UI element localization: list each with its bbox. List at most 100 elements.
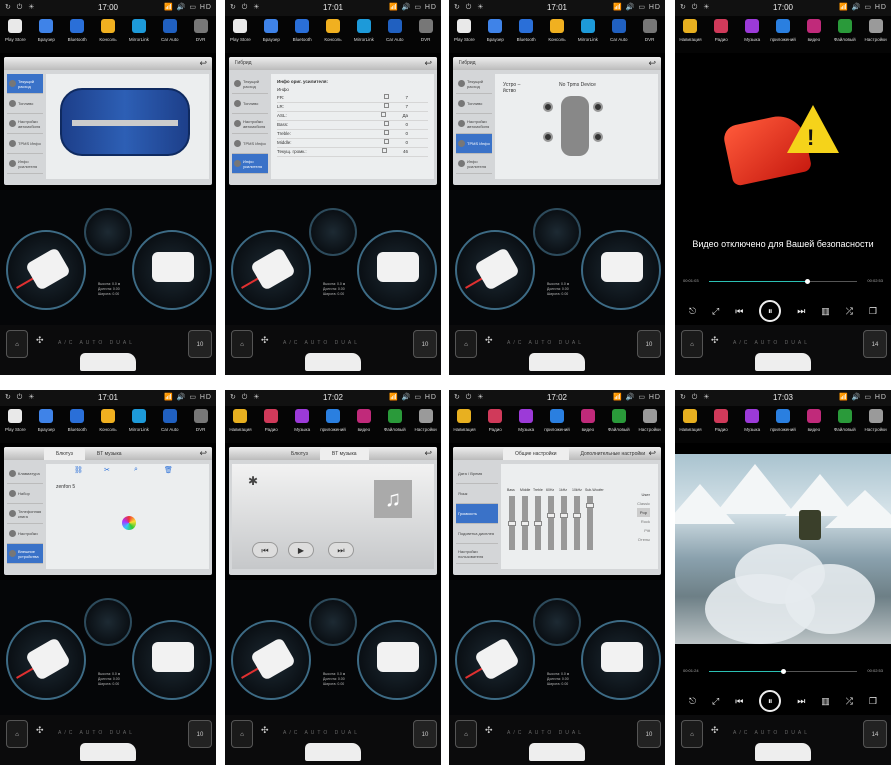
dock-item[interactable]: MirrorLink: [348, 16, 379, 53]
fan-icon[interactable]: ✣: [485, 335, 493, 346]
shuffle-icon[interactable]: ⤮: [846, 696, 853, 707]
side-menu-item[interactable]: Топливо: [456, 94, 492, 114]
dock-item[interactable]: видео: [798, 406, 829, 443]
dock-item[interactable]: Радио: [256, 406, 287, 443]
eq-slider-knob[interactable]: [547, 513, 555, 519]
dock-item[interactable]: Консоль: [542, 16, 573, 53]
volume-button[interactable]: 10: [413, 720, 437, 748]
dock-item[interactable]: Навигация: [675, 16, 706, 53]
tab-extra-settings[interactable]: Дополнительные настройки: [569, 448, 658, 460]
eq-slider-knob[interactable]: [573, 513, 581, 519]
checkbox[interactable]: [381, 148, 387, 153]
dock-item[interactable]: Радио: [480, 406, 511, 443]
eq-slider[interactable]: [586, 496, 594, 550]
home-button[interactable]: ⌂: [681, 720, 703, 748]
dock-item[interactable]: DVR: [185, 406, 216, 443]
dock-item[interactable]: Музыка: [511, 406, 542, 443]
dock-item[interactable]: приложений: [318, 406, 349, 443]
home-button[interactable]: ⌂: [231, 720, 253, 748]
back-icon[interactable]: ↩: [424, 447, 432, 460]
bt-menu-item[interactable]: Настройки: [7, 524, 43, 544]
volume-button[interactable]: 14: [863, 330, 887, 358]
dock-item[interactable]: Car Auto: [379, 16, 410, 53]
eq-slider-knob[interactable]: [534, 520, 542, 526]
equalizer-icon[interactable]: ▥: [821, 696, 830, 707]
volume-button[interactable]: 10: [637, 330, 661, 358]
progress-thumb[interactable]: [804, 279, 810, 284]
progress-bar[interactable]: 00:01:24 00:02:53: [683, 668, 883, 676]
eq-slider-knob[interactable]: [560, 513, 568, 519]
eq-menu-item[interactable]: Дата / Время: [456, 464, 498, 484]
eq-menu-item[interactable]: Язык: [456, 484, 498, 504]
checkbox[interactable]: [384, 94, 390, 99]
eq-menu-item[interactable]: Подсветка дисплея: [456, 524, 498, 544]
unlink-icon[interactable]: ✂: [104, 466, 110, 474]
eq-slider[interactable]: [508, 496, 516, 550]
equalizer-icon[interactable]: ▥: [821, 306, 830, 317]
dock-item[interactable]: DVR: [185, 16, 216, 53]
side-menu-item[interactable]: Текущий расход: [456, 74, 492, 94]
eq-slider-knob[interactable]: [586, 503, 594, 509]
home-button[interactable]: ⌂: [6, 720, 28, 748]
progress-bar[interactable]: 00:01:03 00:02:53: [683, 278, 883, 286]
dock-item[interactable]: Настройки: [860, 16, 891, 53]
eq-slider-knob[interactable]: [521, 520, 529, 526]
dock-item[interactable]: Bluetooth: [62, 406, 93, 443]
bt-menu-item[interactable]: Внешние устройства: [7, 544, 43, 564]
dock-item[interactable]: Навигация: [675, 406, 706, 443]
eq-preset[interactable]: Отелы: [637, 535, 650, 544]
side-menu-item[interactable]: Текущий расход: [7, 74, 43, 94]
dock-item[interactable]: Радио: [706, 406, 737, 443]
checkbox[interactable]: [381, 112, 387, 117]
eq-slider[interactable]: [560, 496, 568, 550]
progress-track[interactable]: [709, 279, 857, 284]
progress-track[interactable]: [709, 669, 857, 674]
dock-item[interactable]: Play Store: [449, 16, 480, 53]
exit-icon[interactable]: ⎋: [689, 696, 696, 707]
dock-item[interactable]: Радио: [706, 16, 737, 53]
dock-item[interactable]: DVR: [410, 16, 441, 53]
bt-menu-item[interactable]: Набор: [7, 484, 43, 504]
eq-menu-item[interactable]: Громкость: [456, 504, 498, 524]
dock-item[interactable]: Файловый: [603, 406, 634, 443]
dock-item[interactable]: Настройки: [410, 406, 441, 443]
dock-item[interactable]: Play Store: [225, 16, 256, 53]
eq-preset[interactable]: User: [637, 490, 650, 499]
volume-button[interactable]: 10: [188, 720, 212, 748]
search-icon[interactable]: ⌕: [134, 466, 138, 474]
dock-item[interactable]: Настройки: [860, 406, 891, 443]
device-name[interactable]: zenfon 5: [56, 484, 75, 490]
eq-slider[interactable]: [521, 496, 529, 550]
side-menu-item[interactable]: Инфо усилителя: [7, 154, 43, 174]
volume-button[interactable]: 14: [863, 720, 887, 748]
dock-item[interactable]: Браузер: [31, 406, 62, 443]
dock-item[interactable]: приложений: [542, 406, 573, 443]
dock-item[interactable]: Консоль: [93, 406, 124, 443]
side-menu-item[interactable]: Инфо усилителя: [456, 154, 492, 174]
pause-icon[interactable]: ⏸: [759, 690, 782, 712]
volume-button[interactable]: 10: [413, 330, 437, 358]
dock-item[interactable]: Музыка: [287, 406, 318, 443]
next-icon[interactable]: ⏭: [797, 696, 805, 707]
fan-icon[interactable]: ✣: [36, 725, 44, 736]
eq-menu-item[interactable]: Настройки пользователя: [456, 544, 498, 564]
dock-item[interactable]: Bluetooth: [287, 16, 318, 53]
eq-preset[interactable]: Rock: [637, 517, 650, 526]
eq-slider-knob[interactable]: [508, 520, 516, 526]
tab-general-settings[interactable]: Общие настройки: [503, 448, 569, 460]
checkbox[interactable]: [384, 121, 390, 126]
tab-bluetooth[interactable]: Блютуз: [44, 448, 85, 460]
volume-button[interactable]: 10: [637, 720, 661, 748]
side-menu-item[interactable]: Топливо: [7, 94, 43, 114]
dock-item[interactable]: Консоль: [318, 16, 349, 53]
dock-item[interactable]: Браузер: [31, 16, 62, 53]
eq-preset[interactable]: Classic: [637, 499, 650, 508]
window-icon[interactable]: ❐: [869, 696, 877, 707]
dock-item[interactable]: приложений: [768, 406, 799, 443]
fan-icon[interactable]: ✣: [485, 725, 493, 736]
prev-button[interactable]: ⏮: [252, 542, 278, 558]
back-icon[interactable]: ↩: [199, 57, 207, 70]
fullscreen-icon[interactable]: ⤢: [712, 306, 719, 317]
eq-slider[interactable]: [534, 496, 542, 550]
dock-item[interactable]: Навигация: [225, 406, 256, 443]
